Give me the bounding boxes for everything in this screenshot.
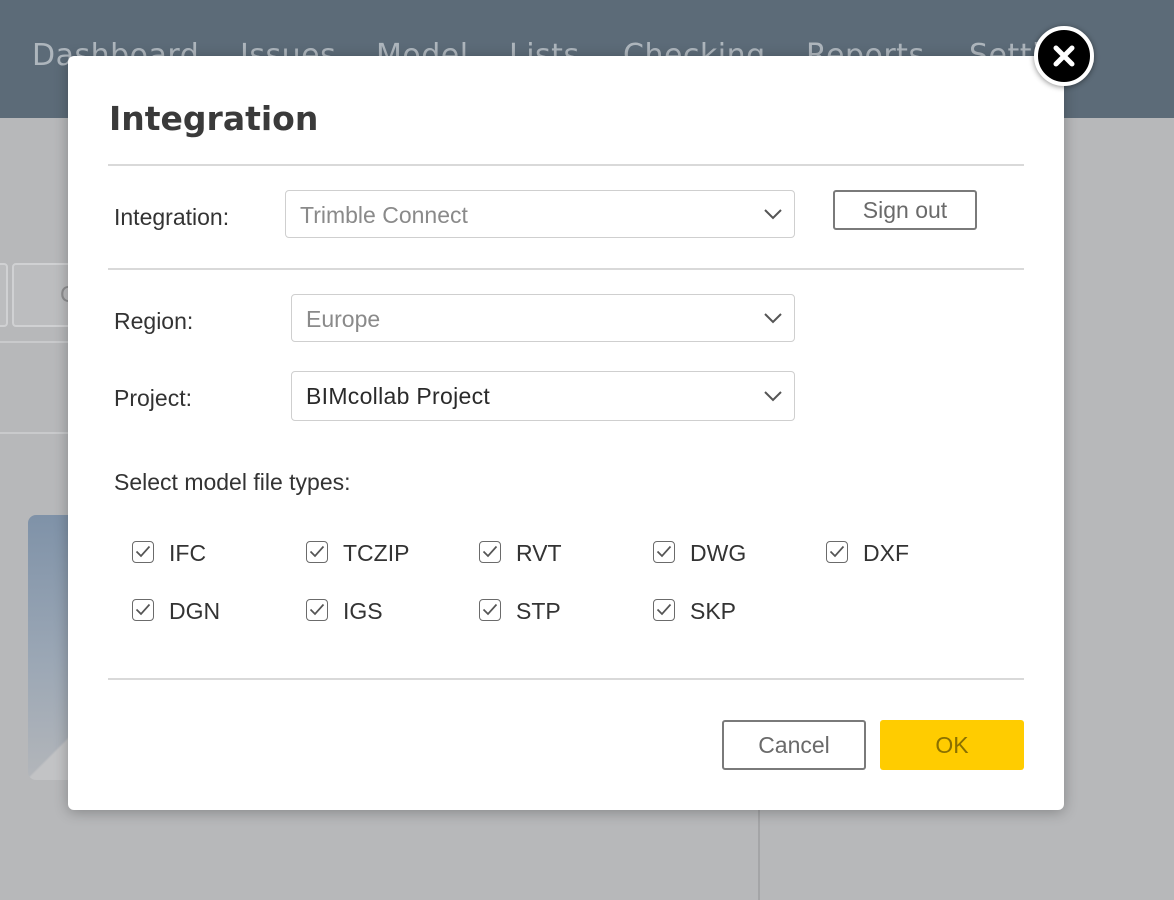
background-divider <box>758 810 760 900</box>
region-select-value: Europe <box>306 306 381 332</box>
checkbox-label: SKP <box>690 598 737 624</box>
background-button <box>0 263 8 327</box>
checkbox-box[interactable] <box>653 541 675 563</box>
divider <box>108 164 1024 166</box>
ok-button[interactable]: OK <box>880 720 1024 770</box>
checkbox-label: RVT <box>516 540 562 566</box>
checkbox-label: IFC <box>169 540 207 566</box>
checkbox-label: DWG <box>690 540 747 566</box>
checkmark-icon <box>482 603 498 616</box>
checkmark-icon <box>656 545 672 558</box>
chevron-down-icon <box>764 311 782 329</box>
project-label: Project: <box>114 385 192 411</box>
close-icon <box>1053 45 1075 67</box>
checkmark-icon <box>135 545 151 558</box>
checkbox-box[interactable] <box>479 541 501 563</box>
chevron-down-icon <box>764 207 782 225</box>
checkbox-box[interactable] <box>306 541 328 563</box>
checkbox-label: DXF <box>863 540 909 566</box>
checkbox-label: TCZIP <box>343 540 410 566</box>
close-button[interactable] <box>1034 26 1094 86</box>
integration-dialog: Integration Integration: Trimble Connect… <box>68 56 1064 810</box>
checkbox-box[interactable] <box>306 599 328 621</box>
checkmark-icon <box>309 603 325 616</box>
checkbox-box[interactable] <box>653 599 675 621</box>
project-select-value: BIMcollab Project <box>306 383 491 409</box>
sign-out-button[interactable]: Sign out <box>833 190 977 230</box>
project-select[interactable]: BIMcollab Project <box>291 371 795 421</box>
integration-select-value: Trimble Connect <box>300 202 468 228</box>
checkbox-box[interactable] <box>826 541 848 563</box>
region-label: Region: <box>114 308 194 334</box>
region-select[interactable]: Europe <box>291 294 795 342</box>
checkbox-label: DGN <box>169 598 221 624</box>
checkmark-icon <box>829 545 845 558</box>
integration-label: Integration: <box>114 204 230 230</box>
checkbox-label: IGS <box>343 598 383 624</box>
checkmark-icon <box>135 603 151 616</box>
divider <box>108 678 1024 680</box>
checkbox-label: STP <box>516 598 561 624</box>
file-types-label: Select model file types: <box>114 469 351 495</box>
checkbox-box[interactable] <box>479 599 501 621</box>
integration-select[interactable]: Trimble Connect <box>285 190 795 238</box>
divider <box>108 268 1024 270</box>
checkbox-box[interactable] <box>132 541 154 563</box>
cancel-button[interactable]: Cancel <box>722 720 866 770</box>
checkmark-icon <box>482 545 498 558</box>
chevron-down-icon <box>764 389 782 407</box>
dialog-title: Integration <box>109 99 319 138</box>
checkmark-icon <box>309 545 325 558</box>
checkbox-box[interactable] <box>132 599 154 621</box>
checkmark-icon <box>656 603 672 616</box>
